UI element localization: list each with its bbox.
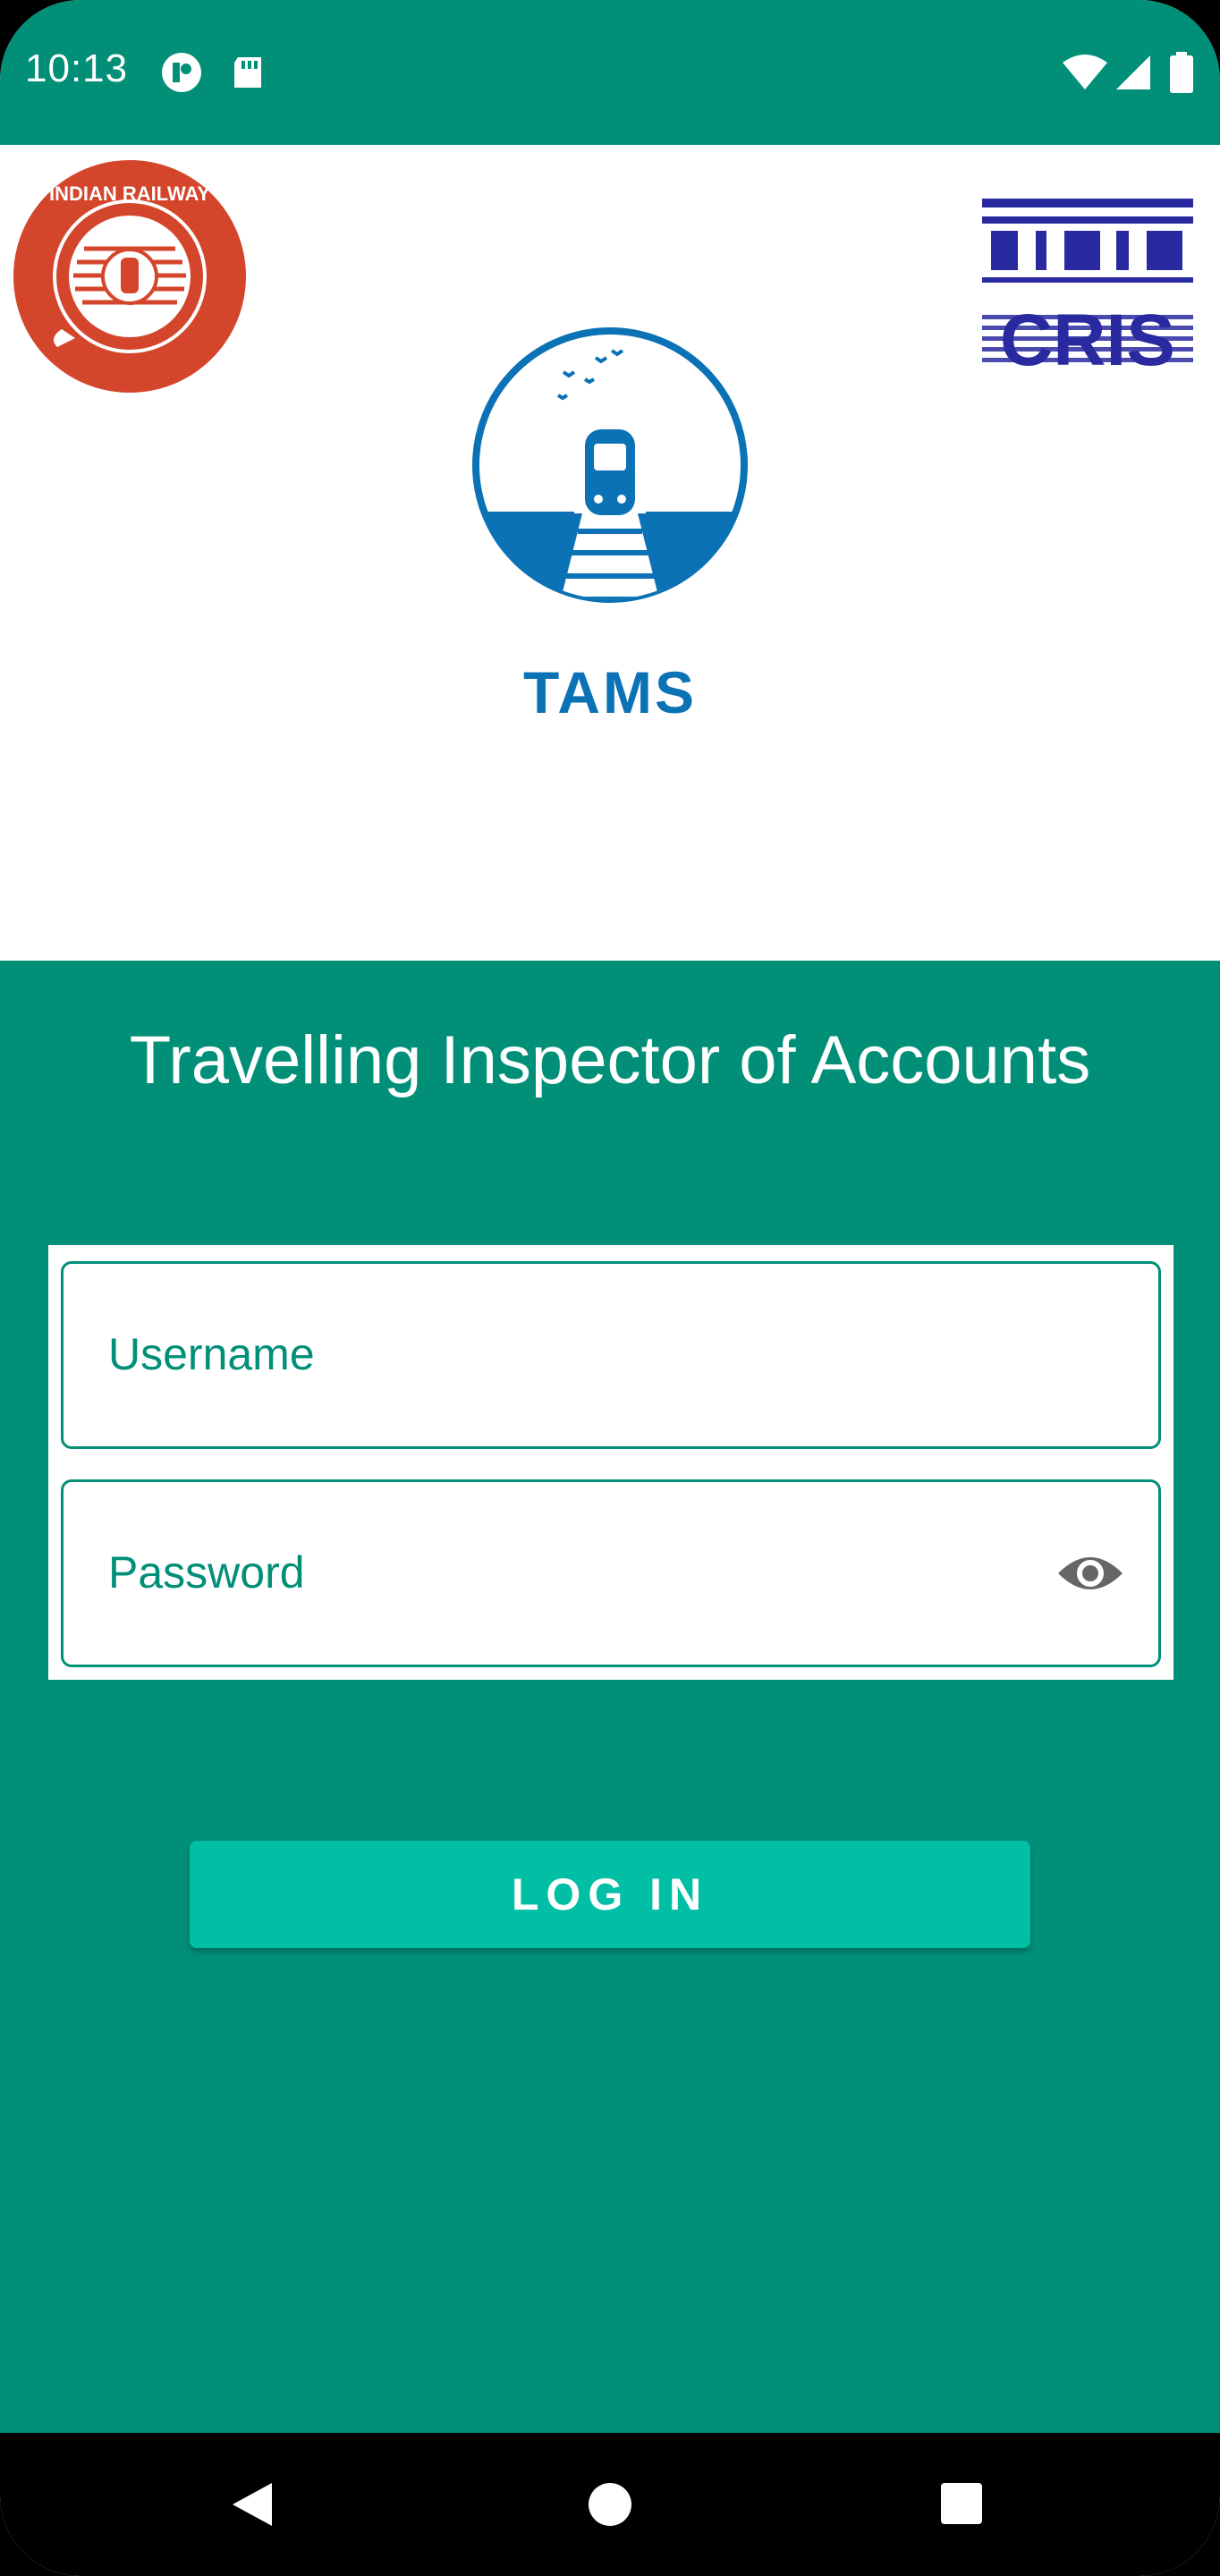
sd-card-icon: [234, 57, 261, 88]
back-icon[interactable]: [229, 2479, 275, 2529]
signal-icon: [1116, 55, 1150, 89]
show-password-icon[interactable]: [1055, 1546, 1126, 1600]
wifi-icon: [1063, 55, 1107, 89]
username-label: Username: [108, 1329, 315, 1379]
phone-screen: 10:13 INDIAN RAILWAY CRIS TAMS Travellin…: [0, 0, 1220, 2576]
password-field[interactable]: Password: [61, 1479, 1161, 1667]
status-bar: 10:13: [0, 0, 1220, 145]
indian-railway-logo: INDIAN RAILWAY: [13, 160, 246, 393]
battery-icon: [1170, 52, 1193, 93]
cris-logo-text: CRIS: [1000, 300, 1175, 376]
status-time: 10:13: [25, 47, 129, 90]
railway-logo-text: INDIAN RAILWAY: [49, 182, 210, 205]
login-form: Username Password: [48, 1245, 1173, 1680]
username-field[interactable]: Username: [61, 1261, 1161, 1449]
home-icon[interactable]: [587, 2481, 633, 2528]
login-panel: [0, 961, 1220, 2433]
app-name: TAMS: [522, 659, 698, 725]
login-button[interactable]: LOG IN: [190, 1841, 1030, 1948]
password-label: Password: [108, 1547, 305, 1597]
page-subtitle: Travelling Inspector of Accounts: [129, 1022, 1091, 1098]
t-badge-icon: [162, 53, 201, 92]
tams-train-logo: [472, 327, 748, 603]
cris-logo: CRIS: [982, 199, 1193, 376]
recents-icon[interactable]: [939, 2481, 984, 2526]
